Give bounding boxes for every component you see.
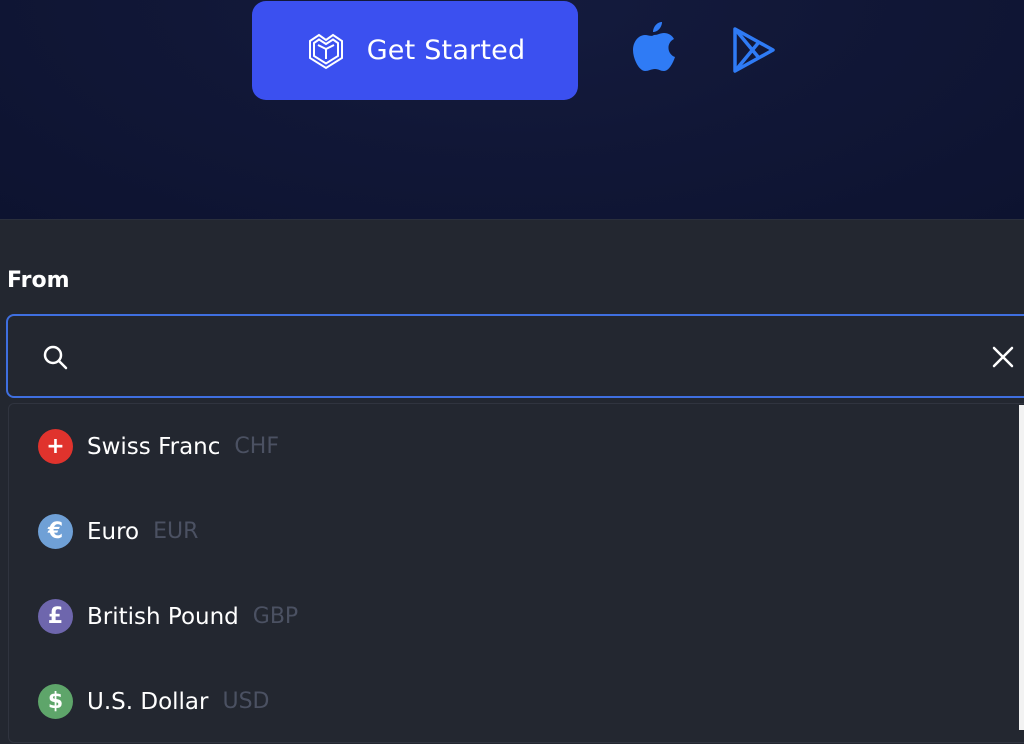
dollar-icon: $: [38, 684, 73, 719]
currency-name: British Pound: [87, 603, 239, 630]
get-started-button[interactable]: Get Started: [252, 1, 578, 100]
currency-name: Swiss Franc: [87, 433, 221, 460]
currency-name: Euro: [87, 518, 140, 545]
hero-header: Get Started: [0, 0, 1024, 220]
currency-option-chf[interactable]: + Swiss Franc CHF: [9, 404, 1023, 489]
currency-code: CHF: [234, 434, 279, 459]
currency-code: GBP: [252, 604, 299, 629]
euro-icon: €: [38, 514, 73, 549]
currency-dropdown: + Swiss Franc CHF € Euro EUR £ British P…: [8, 403, 1024, 743]
currency-name: U.S. Dollar: [87, 688, 209, 715]
currency-search-input[interactable]: [88, 330, 968, 382]
apple-icon[interactable]: [632, 20, 676, 74]
currency-option-usd[interactable]: $ U.S. Dollar USD: [9, 659, 1023, 744]
close-icon[interactable]: [991, 345, 1015, 369]
currency-option-gbp[interactable]: £ British Pound GBP: [9, 574, 1023, 659]
pound-icon: £: [38, 599, 73, 634]
currency-option-eur[interactable]: € Euro EUR: [9, 489, 1023, 574]
get-started-label: Get Started: [366, 35, 526, 66]
dropdown-scrollbar[interactable]: [1019, 405, 1024, 730]
brand-logo-icon: [305, 30, 347, 72]
currency-code: USD: [222, 689, 270, 714]
play-store-icon[interactable]: [732, 26, 776, 74]
currency-search-box[interactable]: [6, 314, 1024, 398]
swiss-flag-icon: +: [38, 429, 73, 464]
from-label: From: [7, 268, 70, 293]
currency-code: EUR: [153, 519, 199, 544]
search-icon: [41, 343, 71, 373]
converter-panel: From + Swiss Franc CHF € Euro EUR £ Brit…: [0, 221, 1024, 743]
